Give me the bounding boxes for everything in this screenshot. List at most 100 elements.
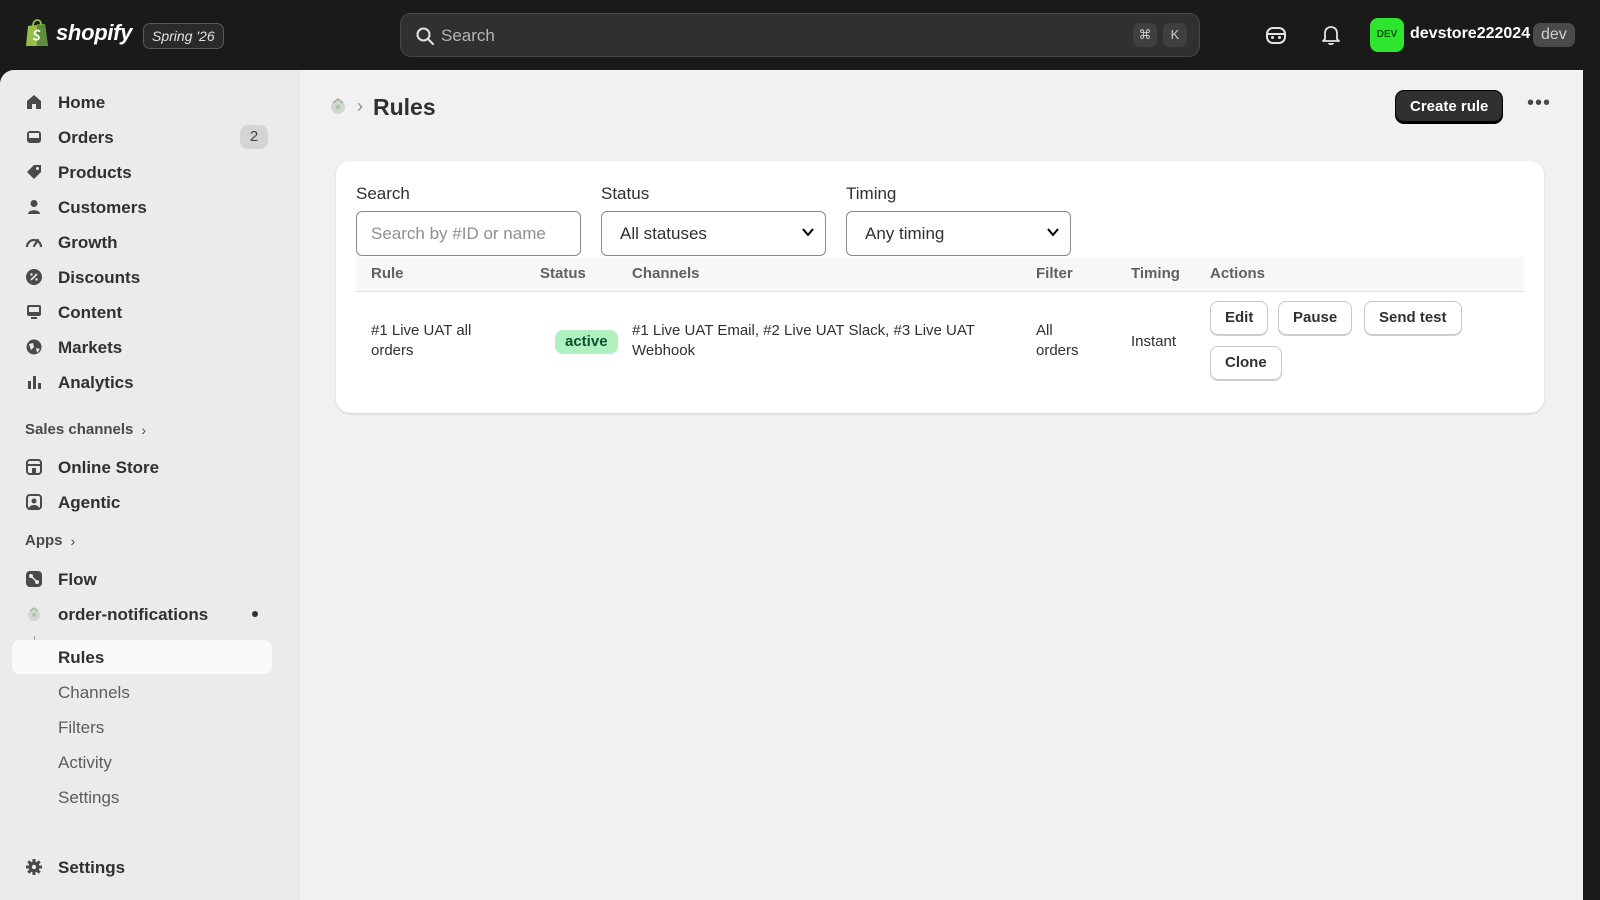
sidebar-subitem-rules[interactable]: Rules	[12, 640, 272, 674]
filter-line: orders	[1036, 342, 1079, 359]
rule-channels: #1 Live UAT Email, #2 Live UAT Slack, #3…	[632, 321, 975, 361]
search-filter-label: Search	[356, 184, 410, 203]
unsaved-dot-icon	[252, 611, 258, 617]
sidebar-item-analytics[interactable]: Analytics	[12, 365, 272, 399]
status-badge: active	[555, 330, 618, 354]
page-title: Rules	[373, 94, 436, 120]
sidebar-item-products[interactable]: Products	[12, 155, 272, 189]
discount-icon	[26, 269, 42, 285]
more-actions-icon[interactable]: •••	[1522, 92, 1556, 122]
sidebar-item-label: Markets	[58, 338, 123, 357]
sidebar-item-settings[interactable]: Settings	[12, 850, 272, 884]
person-icon	[28, 200, 40, 214]
edit-button[interactable]: Edit	[1210, 301, 1269, 335]
sidebar-subitem-filters[interactable]: Filters	[12, 710, 272, 744]
column-header-filter: Filter	[1036, 265, 1073, 282]
send-test-button[interactable]: Send test	[1364, 301, 1462, 335]
search-placeholder: Search	[441, 26, 495, 45]
channels-line: Webhook	[632, 342, 696, 359]
pause-button[interactable]: Pause	[1278, 301, 1353, 335]
table-header: Rule Status Channels Filter Timing Actio…	[356, 257, 1524, 292]
k-key-hint: K	[1163, 23, 1187, 47]
apps-header[interactable]: Apps ›	[25, 532, 75, 549]
search-input[interactable]: Search by #ID or name	[356, 211, 581, 256]
sidebar-item-agentic[interactable]: Agentic	[12, 485, 272, 519]
status-filter-label: Status	[601, 184, 650, 203]
chevron-down-icon	[802, 228, 814, 237]
window-edge	[1583, 70, 1600, 900]
sidebar-item-label: Agentic	[58, 493, 121, 512]
sidebar-subitem-channels[interactable]: Channels	[12, 675, 272, 709]
agentic-icon	[26, 494, 42, 510]
sidebar: Home Orders 2 Products Customers Growth …	[0, 70, 300, 900]
sidebar-item-label: Online Store	[58, 458, 160, 477]
sales-channels-header[interactable]: Sales channels ›	[25, 421, 146, 438]
rule-name-line: orders	[371, 342, 414, 359]
sidebar-subitem-activity[interactable]: Activity	[12, 745, 272, 779]
gear-icon	[26, 859, 42, 875]
version-badge: Spring '26	[143, 23, 224, 49]
sidekick-icon[interactable]	[1263, 22, 1289, 48]
sidebar-item-label: order-notifications	[58, 605, 209, 624]
sidebar-subitem-settings[interactable]: Settings	[12, 780, 272, 814]
section-label: Apps	[25, 532, 63, 549]
sidebar-item-label: Settings	[58, 858, 126, 877]
app-icon	[28, 607, 40, 621]
section-label: Sales channels	[25, 421, 134, 438]
sidebar-item-label: Orders	[58, 128, 114, 147]
rule-timing: Instant	[1131, 333, 1177, 350]
sidebar-item-label: Settings	[58, 788, 120, 807]
sidebar-item-discounts[interactable]: Discounts	[12, 260, 272, 294]
sidebar-item-label: Analytics	[58, 373, 134, 392]
status-select-value: All statuses	[620, 224, 707, 243]
app-icon[interactable]	[328, 96, 348, 116]
sidebar-item-label: Content	[58, 303, 123, 322]
global-search[interactable]: Search ⌘ K	[400, 13, 1200, 57]
store-avatar[interactable]: DEV	[1370, 18, 1404, 52]
sidebar-item-label: Growth	[58, 233, 118, 252]
page-header: › Rules Create rule •••	[300, 70, 1583, 140]
column-header-rule: Rule	[371, 265, 404, 282]
shopping-bag-icon	[26, 19, 48, 46]
breadcrumb-chevron-icon: ›	[357, 96, 363, 116]
sidebar-item-content[interactable]: Content	[12, 295, 272, 329]
content-icon	[27, 305, 41, 319]
sidebar-item-customers[interactable]: Customers	[12, 190, 272, 224]
chevron-right-icon: ›	[141, 421, 147, 438]
globe-icon	[26, 339, 42, 355]
sidebar-item-online-store[interactable]: Online Store	[12, 450, 272, 484]
cmd-key-hint: ⌘	[1133, 23, 1157, 47]
sidebar-item-label: Discounts	[58, 268, 141, 287]
create-rule-button[interactable]: Create rule	[1395, 90, 1504, 124]
column-header-timing: Timing	[1131, 265, 1180, 282]
sidebar-item-orders[interactable]: Orders 2	[12, 120, 272, 154]
sidebar-item-growth[interactable]: Growth	[12, 225, 272, 259]
timing-select-value: Any timing	[865, 224, 945, 243]
sidebar-item-order-notifications[interactable]: order-notifications	[12, 597, 272, 631]
column-header-actions: Actions	[1210, 265, 1266, 282]
clone-button[interactable]: Clone	[1210, 346, 1282, 380]
store-name[interactable]: devstore222024	[1410, 25, 1530, 43]
bell-icon[interactable]	[1318, 22, 1344, 48]
brand-name: shopify	[56, 20, 133, 45]
sidebar-item-markets[interactable]: Markets	[12, 330, 272, 364]
orders-count-badge: 2	[240, 125, 268, 149]
rule-name-line: #1 Live UAT all	[371, 322, 472, 339]
env-badge: dev	[1533, 23, 1575, 47]
rule-filter: All orders	[1036, 321, 1079, 361]
inbox-icon	[27, 131, 41, 143]
flow-icon	[26, 571, 42, 587]
rules-card: Search Search by #ID or name Status All …	[336, 161, 1544, 413]
channels-line: #1 Live UAT Email, #2 Live UAT Slack, #3…	[632, 322, 975, 339]
sidebar-item-label: Rules	[58, 648, 105, 667]
sidebar-item-home[interactable]: Home	[12, 85, 272, 119]
timing-select[interactable]: Any timing	[846, 211, 1071, 256]
home-icon	[27, 95, 41, 109]
sidebar-item-label: Customers	[58, 198, 147, 217]
rule-name[interactable]: #1 Live UAT all orders	[371, 321, 471, 361]
shopify-logo[interactable]: shopify	[24, 18, 132, 48]
column-header-status: Status	[540, 265, 586, 282]
sidebar-item-flow[interactable]: Flow	[12, 562, 272, 596]
sidebar-item-label: Channels	[58, 683, 130, 702]
status-select[interactable]: All statuses	[601, 211, 826, 256]
